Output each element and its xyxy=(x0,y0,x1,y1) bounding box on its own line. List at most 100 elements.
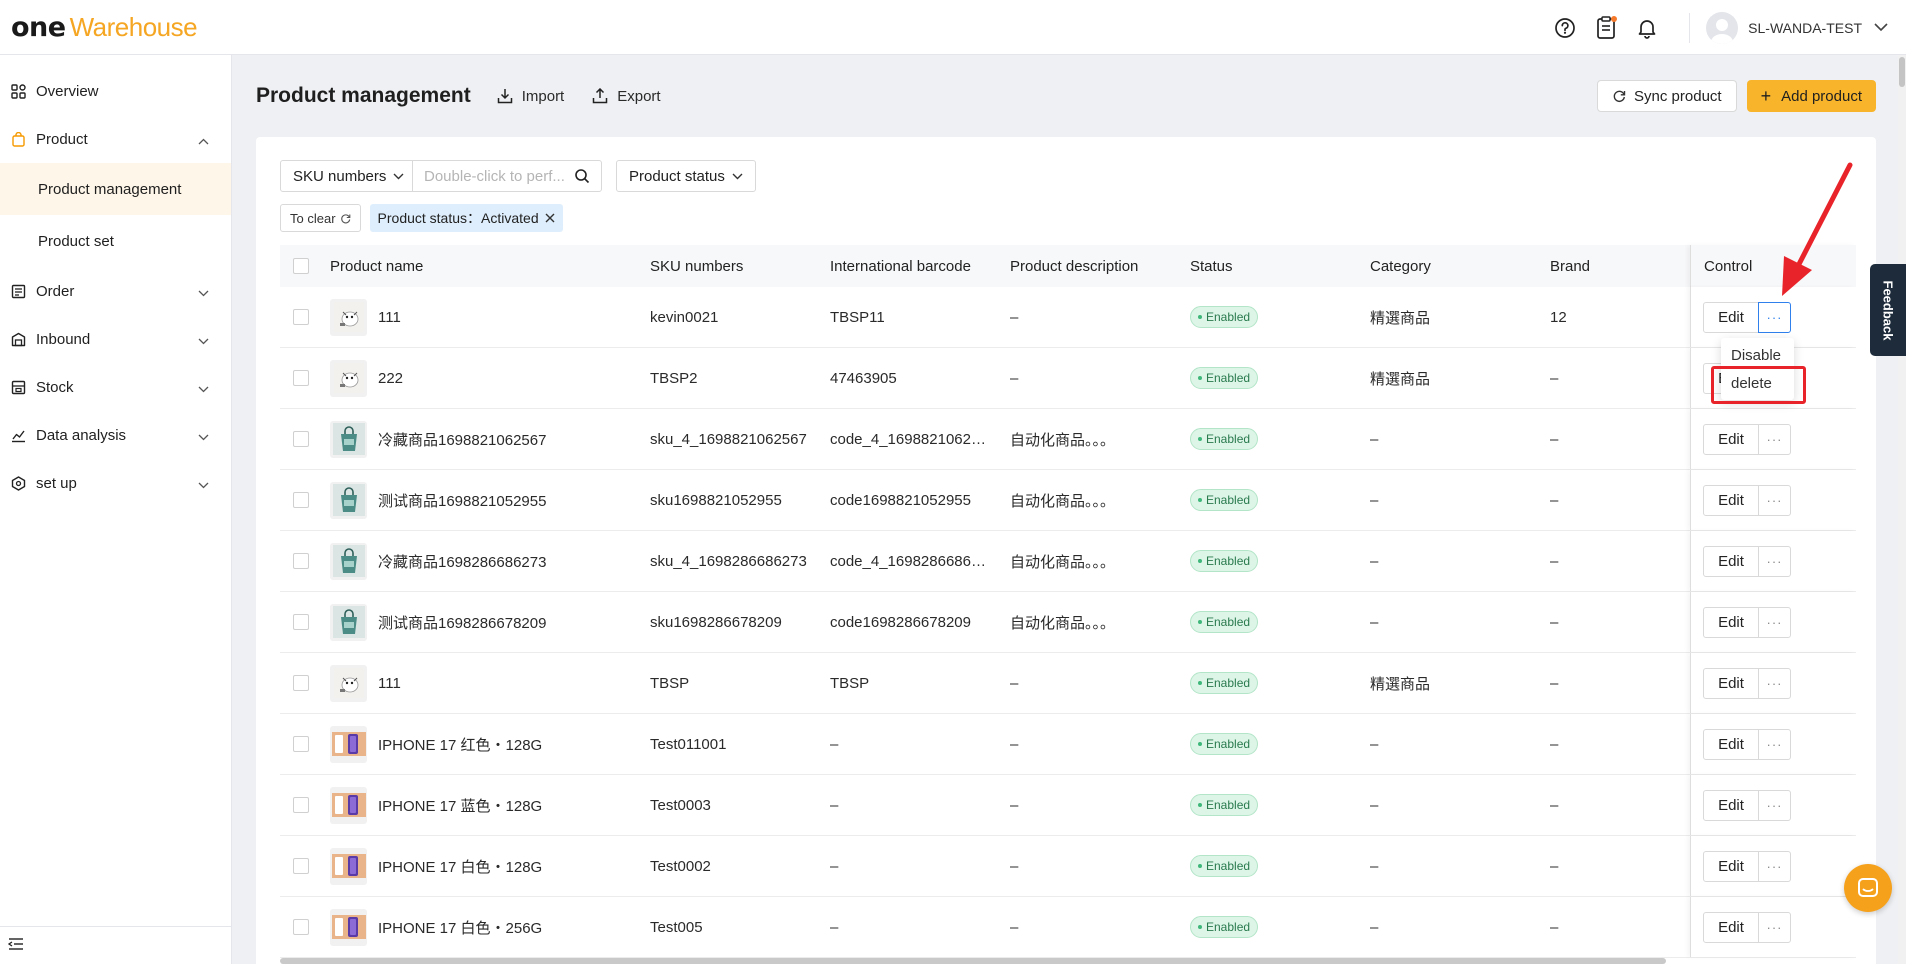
product-name[interactable]: 测试商品1698821052955 xyxy=(378,490,546,511)
category: – xyxy=(1370,430,1379,448)
product-thumbnail[interactable] xyxy=(330,725,367,763)
clipboard-icon[interactable] xyxy=(1593,15,1619,41)
brand: – xyxy=(1550,369,1559,387)
status-badge: Enabled xyxy=(1190,428,1259,450)
export-button[interactable]: Export xyxy=(592,88,661,105)
row-checkbox[interactable] xyxy=(293,919,309,935)
product-thumbnail[interactable] xyxy=(330,542,367,580)
edit-button[interactable]: Edit xyxy=(1703,790,1759,821)
sidebar-item-product-set[interactable]: Product set xyxy=(0,215,231,267)
feedback-tab[interactable]: Feedback xyxy=(1870,264,1906,356)
sidebar-item-label: Data analysis xyxy=(36,426,127,444)
product-thumbnail[interactable] xyxy=(330,847,367,885)
product-thumbnail[interactable] xyxy=(330,664,367,702)
sku-field-select[interactable]: SKU numbers xyxy=(281,161,413,191)
product-name[interactable]: IPHONE 17 蓝色・128G xyxy=(378,795,542,816)
help-circle-icon[interactable] xyxy=(1552,15,1578,41)
row-checkbox[interactable] xyxy=(293,370,309,386)
edit-button[interactable]: Edit xyxy=(1703,912,1759,943)
sidebar-item-set-up[interactable]: set up xyxy=(0,459,231,507)
more-actions-button[interactable]: ··· xyxy=(1758,912,1791,943)
product-name[interactable]: 111 xyxy=(378,675,401,692)
sidebar-item-stock[interactable]: Stock xyxy=(0,363,231,411)
search-icon[interactable] xyxy=(574,168,590,188)
edit-button[interactable]: Edit xyxy=(1703,302,1759,333)
product-thumbnail[interactable] xyxy=(330,908,367,946)
select-all-checkbox[interactable] xyxy=(293,258,309,274)
sku-search-input[interactable] xyxy=(424,167,574,185)
edit-button[interactable]: Edit xyxy=(1703,546,1759,577)
more-actions-button[interactable]: ··· xyxy=(1758,729,1791,760)
product-status-select[interactable]: Product status xyxy=(616,160,756,192)
product-name[interactable]: IPHONE 17 白色・128G xyxy=(378,856,542,877)
edit-button[interactable]: Edit xyxy=(1703,668,1759,699)
status-dot xyxy=(1198,925,1202,929)
import-button[interactable]: Import xyxy=(497,88,564,105)
row-checkbox[interactable] xyxy=(293,614,309,630)
disable-menu-item[interactable]: Disable xyxy=(1721,341,1794,369)
more-actions-button[interactable]: ··· xyxy=(1758,302,1791,333)
product-name[interactable]: 222 xyxy=(378,370,403,387)
row-checkbox[interactable] xyxy=(293,797,309,813)
row-checkbox[interactable] xyxy=(293,858,309,874)
row-checkbox[interactable] xyxy=(293,675,309,691)
more-actions-button[interactable]: ··· xyxy=(1758,790,1791,821)
bell-icon[interactable] xyxy=(1634,15,1660,41)
close-icon[interactable] xyxy=(545,213,555,223)
edit-button[interactable]: Edit xyxy=(1703,729,1759,760)
row-checkbox[interactable] xyxy=(293,736,309,752)
edit-button[interactable]: Edit xyxy=(1703,485,1759,516)
table-horizontal-scrollbar[interactable] xyxy=(280,958,1666,964)
sidebar-item-inbound[interactable]: Inbound xyxy=(0,315,231,363)
product-name[interactable]: 测试商品1698286678209 xyxy=(378,612,546,633)
sidebar-item-data-analysis[interactable]: Data analysis xyxy=(0,411,231,459)
product-name[interactable]: IPHONE 17 红色・128G xyxy=(378,734,542,755)
status-cell: Enabled xyxy=(1190,672,1259,694)
clear-filters-button[interactable]: To clear xyxy=(280,204,361,232)
product-name[interactable]: 111 xyxy=(378,309,401,326)
more-actions-button[interactable]: ··· xyxy=(1758,424,1791,455)
product-name[interactable]: IPHONE 17 白色・256G xyxy=(378,917,542,938)
sidebar-item-overview[interactable]: Overview xyxy=(0,67,231,115)
avatar[interactable] xyxy=(1706,11,1739,44)
product-name[interactable]: 冷藏商品1698286686273 xyxy=(378,551,546,572)
status-text: Enabled xyxy=(1206,493,1251,507)
edit-button[interactable]: Edit xyxy=(1703,607,1759,638)
more-actions-button[interactable]: ··· xyxy=(1758,851,1791,882)
app-logo[interactable]: one Warehouse xyxy=(11,12,198,43)
page-scrollbar[interactable] xyxy=(1898,55,1906,964)
page-scrollbar-thumb[interactable] xyxy=(1899,57,1905,87)
more-actions-button[interactable]: ··· xyxy=(1758,485,1791,516)
product-thumbnail[interactable] xyxy=(330,481,367,519)
username[interactable]: SL-WANDA-TEST xyxy=(1748,20,1862,36)
sidebar-item-order[interactable]: Order xyxy=(0,267,231,315)
col-sku: SKU numbers xyxy=(650,257,744,275)
barcode: code_4_1698286686273 xyxy=(830,552,988,570)
status-select-label: Product status xyxy=(629,167,725,185)
product-thumbnail[interactable] xyxy=(330,359,367,397)
row-checkbox[interactable] xyxy=(293,492,309,508)
barcode: – xyxy=(830,735,839,753)
row-checkbox[interactable] xyxy=(293,431,309,447)
sync-product-button[interactable]: Sync product xyxy=(1597,80,1737,112)
product-thumbnail[interactable] xyxy=(330,420,367,458)
product-thumbnail[interactable] xyxy=(330,786,367,824)
chat-support-button[interactable] xyxy=(1844,864,1892,912)
chevron-down-icon[interactable] xyxy=(1874,19,1888,36)
sidebar-item-product[interactable]: Product xyxy=(0,115,231,163)
row-checkbox[interactable] xyxy=(293,553,309,569)
brand: – xyxy=(1550,857,1559,875)
product-thumbnail[interactable] xyxy=(330,298,367,336)
more-actions-button[interactable]: ··· xyxy=(1758,668,1791,699)
row-checkbox[interactable] xyxy=(293,309,309,325)
table-row: 222TBSP247463905–Enabled精選商品–Edit··· xyxy=(280,348,1856,409)
product-thumbnail[interactable] xyxy=(330,603,367,641)
add-product-button[interactable]: + Add product xyxy=(1746,80,1876,112)
collapse-sidebar-button[interactable] xyxy=(0,926,231,964)
product-name[interactable]: 冷藏商品1698821062567 xyxy=(378,429,546,450)
edit-button[interactable]: Edit xyxy=(1703,851,1759,882)
sidebar-item-product-management[interactable]: Product management xyxy=(0,163,231,215)
edit-button[interactable]: Edit xyxy=(1703,424,1759,455)
more-actions-button[interactable]: ··· xyxy=(1758,607,1791,638)
more-actions-button[interactable]: ··· xyxy=(1758,546,1791,577)
